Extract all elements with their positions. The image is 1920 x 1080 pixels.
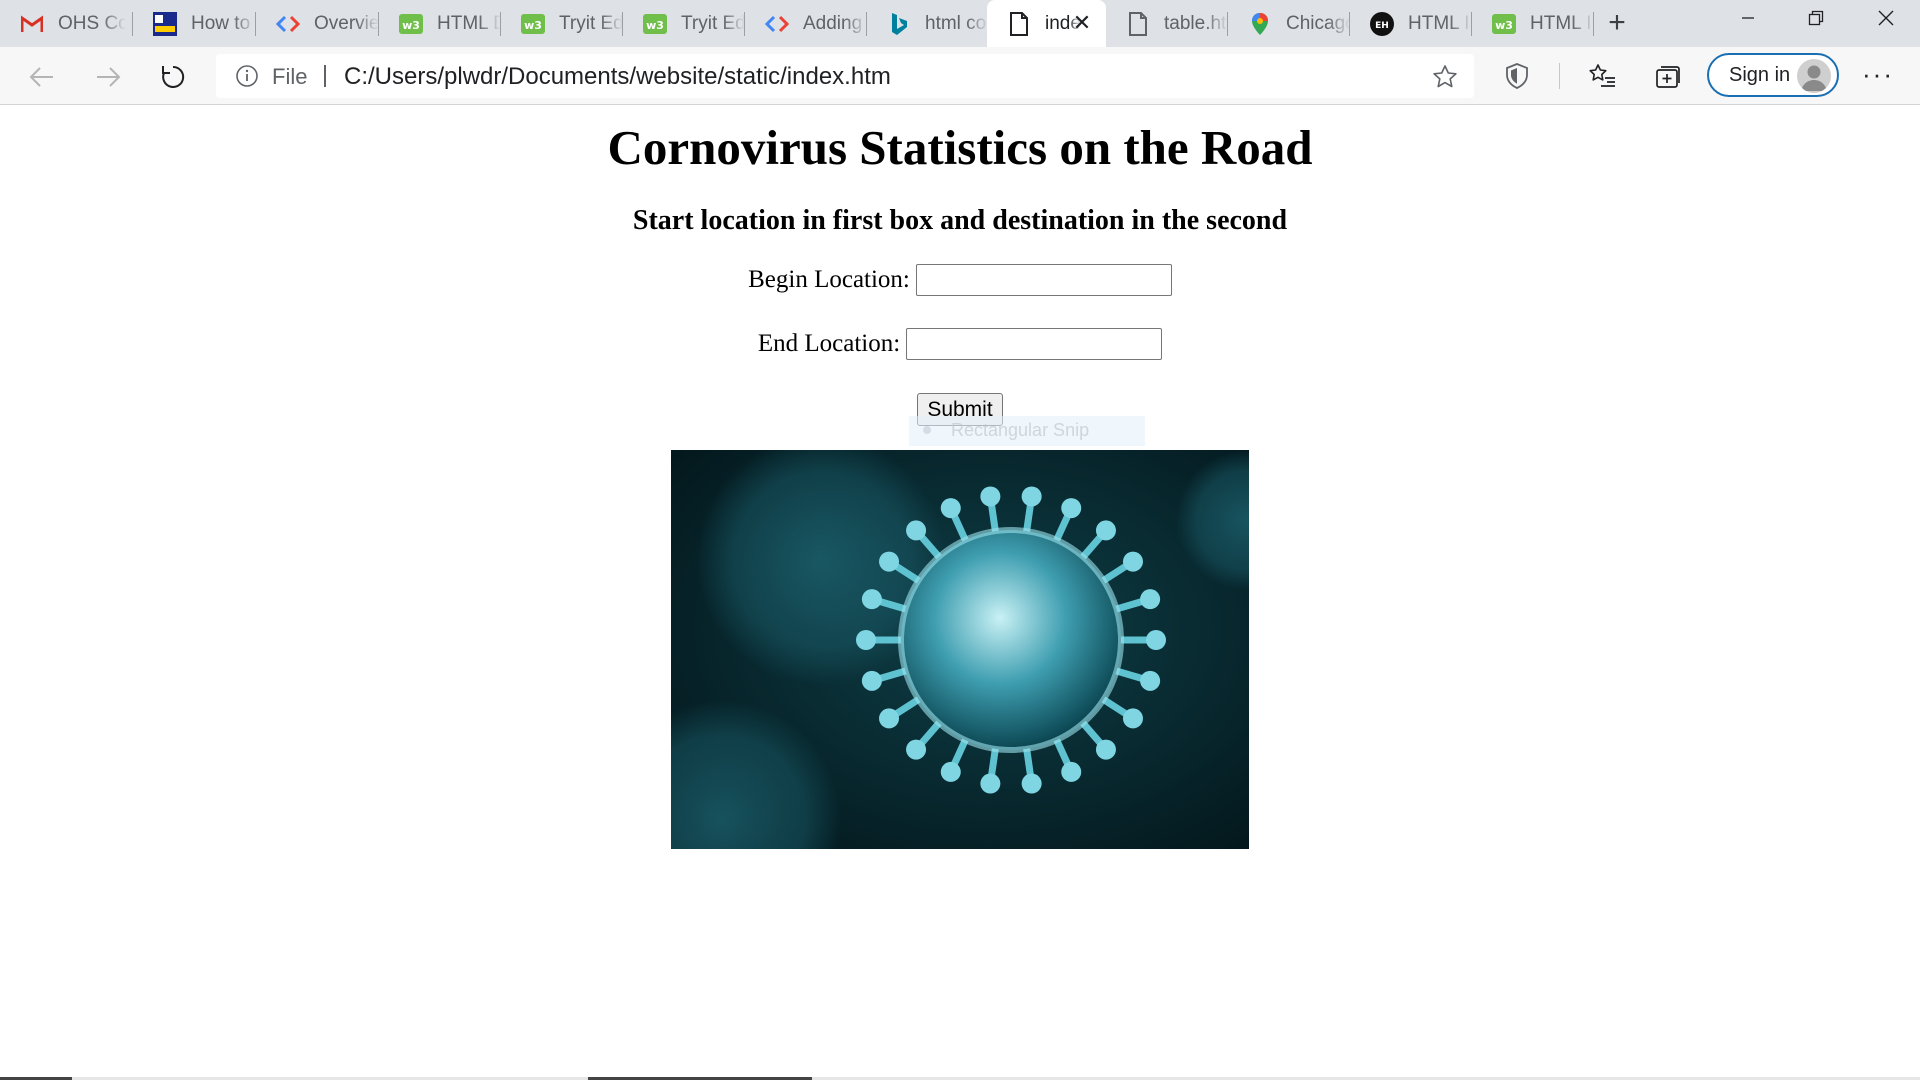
w3-icon: w3	[1492, 12, 1516, 36]
page-subtitle: Start location in first box and destinat…	[632, 205, 1288, 236]
maps-pin-icon	[1248, 12, 1272, 36]
svg-text:w3: w3	[1495, 19, 1513, 32]
restore-button[interactable]	[1782, 0, 1850, 36]
tab-label: html col	[925, 12, 989, 34]
w3-icon: w3	[399, 12, 423, 36]
tab-html-in-2[interactable]: w3 HTML In	[1472, 0, 1594, 47]
end-location-label: End Location:	[757, 330, 901, 357]
tab-label: OHS Co	[58, 12, 126, 34]
new-tab-button[interactable]: +	[1600, 8, 1634, 39]
tab-overview[interactable]: Overview	[256, 0, 379, 47]
browser-toolbar: File C:/Users/plwdr/Documents/website/st…	[0, 47, 1920, 105]
more-options-icon[interactable]: ···	[1862, 59, 1894, 90]
tab-label: HTML In	[1408, 12, 1472, 34]
tab-label: Tryit Edit	[681, 12, 745, 34]
end-location-row: End Location:	[0, 328, 1920, 360]
tracking-shield-button[interactable]	[1502, 61, 1532, 91]
tab-html-col[interactable]: html col	[867, 0, 989, 47]
collections-icon	[1656, 66, 1680, 88]
minimize-button[interactable]	[1714, 0, 1782, 36]
gmail-icon	[20, 12, 44, 36]
tab-label: HTML D	[437, 12, 501, 34]
tab-strip: OHS Co How to I Overview w3 HTML D w3 Tr…	[0, 0, 1920, 47]
svg-text:EH: EH	[1375, 21, 1389, 31]
w3-icon: w3	[643, 12, 667, 36]
tab-label: table.htm	[1164, 12, 1228, 34]
sign-in-label: Sign in	[1729, 64, 1791, 86]
svg-text:w3: w3	[402, 19, 420, 32]
wizard-icon	[153, 11, 177, 36]
refresh-icon	[162, 65, 185, 88]
restore-icon	[1808, 10, 1824, 26]
favorites-button[interactable]	[1587, 61, 1617, 91]
page-icon	[1007, 11, 1031, 36]
tab-table[interactable]: table.htm	[1106, 0, 1228, 47]
w3-icon: w3	[521, 12, 545, 36]
sign-in-button[interactable]: Sign in	[1707, 53, 1839, 97]
code-icon	[276, 12, 300, 36]
tab-label: Tryit Edit	[559, 12, 623, 34]
eh-icon: EH	[1370, 11, 1394, 36]
collections-button[interactable]	[1653, 61, 1683, 91]
bing-icon	[887, 12, 911, 36]
shield-icon	[1506, 63, 1528, 89]
svg-text:w3: w3	[646, 19, 664, 32]
tab-label: Overview	[314, 12, 379, 34]
tab-ohs[interactable]: OHS Co	[0, 0, 133, 47]
refresh-button[interactable]	[153, 57, 193, 97]
page-icon	[1126, 11, 1150, 36]
tab-html-d[interactable]: w3 HTML D	[379, 0, 501, 47]
tab-separator	[1593, 12, 1594, 36]
tab-label: Adding	[803, 12, 863, 34]
page-content: Cornovirus Statistics on the Road Start …	[0, 106, 1920, 1080]
code-icon	[765, 12, 789, 36]
tab-how-to[interactable]: How to I	[133, 0, 256, 47]
begin-location-input[interactable]	[915, 264, 1172, 296]
forward-button[interactable]	[88, 57, 128, 97]
close-window-button[interactable]	[1852, 0, 1920, 36]
back-arrow-icon	[29, 67, 53, 87]
close-tab-icon[interactable]: ✕	[1070, 11, 1094, 35]
page-title: Cornovirus Statistics on the Road	[607, 120, 1313, 175]
address-divider	[324, 65, 326, 87]
avatar	[1797, 59, 1831, 93]
tab-label: How to I	[191, 12, 256, 34]
back-button[interactable]	[22, 57, 62, 97]
scheme-label: File	[272, 64, 308, 89]
forward-arrow-icon	[97, 67, 121, 87]
snip-overlay: Rectangular Snip	[909, 416, 1145, 446]
address-bar[interactable]: File C:/Users/plwdr/Documents/website/st…	[216, 54, 1474, 98]
close-icon	[1878, 10, 1894, 26]
tab-html-in-1[interactable]: EH HTML In	[1350, 0, 1472, 47]
snip-overlay-text: Rectangular Snip	[951, 420, 1090, 440]
minimize-icon	[1742, 17, 1754, 19]
tab-adding[interactable]: Adding	[745, 0, 867, 47]
toolbar-separator	[1559, 63, 1560, 89]
end-location-input[interactable]	[906, 328, 1163, 360]
profile-icon	[1801, 65, 1827, 91]
tab-index[interactable]: inde ✕	[987, 0, 1106, 47]
tab-tryit-1[interactable]: w3 Tryit Edit	[501, 0, 623, 47]
tab-label: Chicago	[1286, 12, 1350, 34]
tab-label: HTML In	[1530, 12, 1594, 34]
tab-chicago[interactable]: Chicago	[1228, 0, 1350, 47]
svg-text:w3: w3	[524, 19, 542, 32]
begin-location-label: Begin Location:	[748, 266, 910, 293]
tab-tryit-2[interactable]: w3 Tryit Edit	[623, 0, 745, 47]
url-text[interactable]: C:/Users/plwdr/Documents/website/static/…	[344, 63, 891, 91]
begin-location-row: Begin Location:	[0, 264, 1920, 296]
favorites-list-icon	[1589, 64, 1615, 87]
info-icon[interactable]	[236, 65, 258, 87]
coronavirus-image	[671, 450, 1249, 849]
snip-dot-icon	[923, 426, 931, 434]
favorite-star-icon[interactable]	[1432, 64, 1458, 90]
